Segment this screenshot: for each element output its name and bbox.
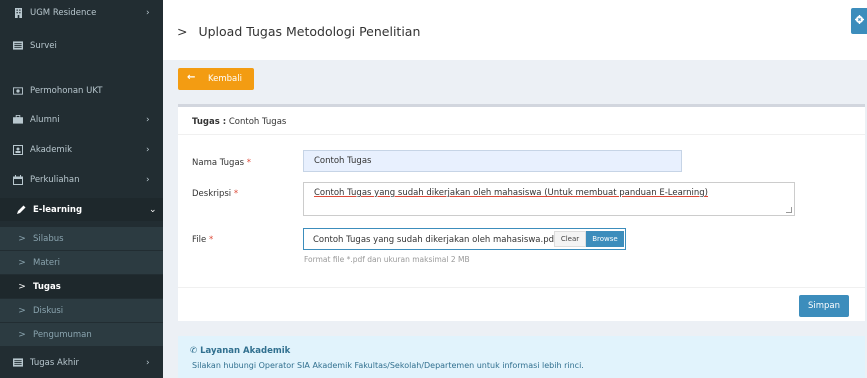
file-input[interactable]: Contoh Tugas yang sudah dikerjakan oleh … (303, 228, 626, 250)
sidebar-item-materi[interactable]: > Materi (0, 251, 163, 274)
nama-tugas-input[interactable]: Contoh Tugas (303, 150, 682, 172)
back-button-label: Kembali (208, 74, 242, 84)
sidebar: UGM Residence › Survei Permohonan UKT Al… (0, 0, 163, 378)
box-title: Tugas : Contoh Tugas (192, 117, 286, 127)
file-label-text: File (192, 235, 207, 245)
save-button[interactable]: Simpan (799, 295, 849, 317)
sidebar-item-label: Perkuliahan (30, 174, 80, 185)
file-help-text: Format file *.pdf dan ukuran maksimal 2 … (304, 255, 470, 264)
info-title-text: Layanan Akademik (200, 346, 291, 356)
clear-button[interactable]: Clear (554, 231, 586, 247)
user-card-icon (13, 144, 23, 155)
sidebar-item-permohonan-ukt[interactable]: Permohonan UKT (0, 79, 163, 102)
sidebar-item-label: Tugas Akhir (30, 357, 80, 368)
chevron-right-icon: > (18, 233, 26, 244)
chevron-right-icon: › (146, 357, 150, 368)
sidebar-item-label: Permohonan UKT (30, 85, 103, 96)
chevron-right-icon: › (146, 174, 150, 185)
deskripsi-label-text: Deskripsi (192, 189, 232, 199)
box-title-label: Tugas : (192, 117, 227, 127)
sidebar-item-perkuliahan[interactable]: Perkuliahan › (0, 168, 163, 191)
sidebar-item-label: Materi (33, 257, 60, 268)
chevron-right-icon: > (18, 257, 26, 268)
sidebar-item-label: Akademik (30, 144, 72, 155)
breadcrumb-separator: > (177, 24, 188, 39)
deskripsi-textarea[interactable]: Contoh Tugas yang sudah dikerjakan oleh … (303, 182, 795, 216)
sidebar-item-survei[interactable]: Survei (0, 34, 163, 57)
sidebar-item-diskusi[interactable]: > Diskusi (0, 299, 163, 322)
info-text: Silakan hubungi Operator SIA Akademik Fa… (192, 361, 584, 370)
list-icon (13, 41, 23, 51)
calendar-icon (13, 174, 23, 185)
file-name: Contoh Tugas yang sudah dikerjakan oleh … (313, 235, 557, 245)
info-title: ✆ Layanan Akademik (190, 346, 290, 356)
gear-icon (854, 15, 864, 27)
briefcase-icon (13, 115, 23, 125)
chevron-right-icon: › (146, 144, 150, 155)
settings-button[interactable] (851, 8, 867, 34)
content-header: > Upload Tugas Metodologi Penelitian (163, 0, 867, 60)
sidebar-item-label: Tugas (33, 281, 61, 292)
required-mark: * (208, 235, 214, 245)
sidebar-item-silabus[interactable]: > Silabus (0, 227, 163, 250)
phone-icon: ✆ (190, 346, 198, 356)
resize-handle-icon[interactable] (786, 207, 792, 213)
sidebar-item-label: UGM Residence (30, 7, 97, 18)
sidebar-item-label: Silabus (33, 233, 64, 244)
required-mark: * (233, 189, 239, 199)
pencil-icon (16, 205, 26, 215)
sidebar-item-label: Alumni (30, 114, 60, 125)
building-icon (13, 7, 23, 18)
file-label: File * (192, 235, 213, 245)
info-callout: ✆ Layanan Akademik Silakan hubungi Opera… (178, 336, 865, 378)
chevron-right-icon: > (18, 281, 26, 292)
upload-form-box: Tugas : Contoh Tugas Nama Tugas * Contoh… (178, 104, 865, 321)
chevron-down-icon: ⌄ (149, 204, 157, 215)
page-title: > Upload Tugas Metodologi Penelitian (177, 24, 420, 39)
browse-button[interactable]: Browse (586, 231, 624, 247)
chevron-right-icon: > (18, 329, 26, 340)
required-mark: * (246, 158, 252, 168)
money-icon (13, 86, 23, 96)
box-header: Tugas : Contoh Tugas (178, 107, 865, 135)
chevron-right-icon: › (146, 114, 150, 125)
nama-tugas-label-text: Nama Tugas (192, 158, 245, 168)
list-icon (13, 358, 23, 368)
sidebar-item-tugas[interactable]: > Tugas (0, 275, 163, 298)
deskripsi-label: Deskripsi * (192, 189, 238, 199)
sidebar-item-label: Diskusi (33, 305, 64, 316)
sidebar-item-akademik[interactable]: Akademik › (0, 138, 163, 161)
nama-tugas-label: Nama Tugas * (192, 158, 251, 168)
chevron-right-icon: › (146, 7, 150, 18)
sidebar-item-ugm-residence[interactable]: UGM Residence › (0, 1, 163, 24)
page-title-text: Upload Tugas Metodologi Penelitian (198, 24, 421, 39)
sidebar-item-label: Survei (30, 40, 57, 51)
sidebar-item-pengumuman[interactable]: > Pengumuman (0, 323, 163, 346)
sidebar-item-alumni[interactable]: Alumni › (0, 108, 163, 131)
sidebar-item-label: Pengumuman (33, 329, 92, 340)
back-button[interactable]: ← Kembali (178, 68, 254, 90)
divider (178, 287, 865, 288)
box-title-value: Contoh Tugas (228, 117, 287, 127)
chevron-right-icon: > (18, 305, 26, 316)
nama-tugas-value: Contoh Tugas (314, 156, 372, 166)
sidebar-item-e-learning[interactable]: E-learning ⌄ (0, 198, 163, 221)
sidebar-item-tugas-akhir[interactable]: Tugas Akhir › (0, 351, 163, 374)
deskripsi-value: Contoh Tugas yang sudah dikerjakan oleh … (314, 188, 709, 198)
sidebar-item-label: E-learning (33, 204, 83, 215)
arrow-left-icon: ← (187, 72, 196, 83)
